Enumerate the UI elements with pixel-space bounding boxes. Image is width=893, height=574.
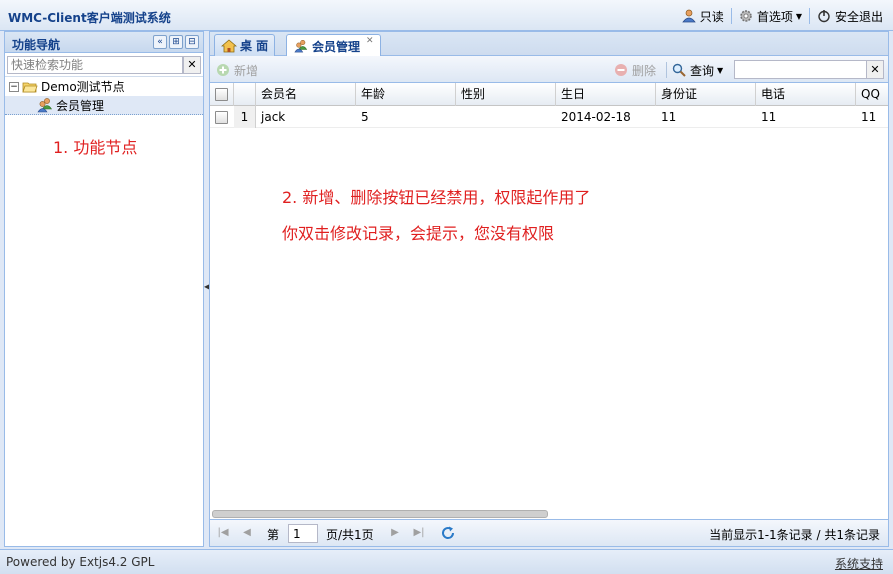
grid-header: 会员名 年龄 性别 生日 身份证 电话 QQ — [210, 83, 888, 106]
expand-all-icon[interactable]: ⊞ — [169, 35, 183, 49]
power-icon — [818, 10, 830, 23]
clear-icon[interactable]: ✕ — [866, 60, 884, 79]
chevron-down-icon: ▼ — [795, 11, 802, 21]
tab-label: 桌 面 — [240, 39, 269, 53]
users-icon — [294, 39, 308, 53]
content-panel: 桌 面 会员管理 ✕ 新增 删除 查询 ▼ ✕ 会员名 年龄 性别 生日 身份证… — [209, 31, 889, 547]
annotation-note-2: 2. 新增、删除按钮已经禁用，权限起作用了 — [282, 188, 591, 207]
paging-toolbar: |◀ ◀ 第 页/共1页 ▶ ▶| 当前显示1-1条记录 / 共1条记录 — [210, 519, 888, 546]
column-header-gender[interactable]: 性别 — [456, 83, 556, 106]
nav-panel: 功能导航 « ⊞ ⊟ ✕ − Demo测试节点 会员管理 1. 功能节点 — [4, 31, 204, 547]
delete-label: 删除 — [632, 63, 657, 78]
last-page-icon[interactable]: ▶| — [412, 526, 426, 540]
divider — [730, 8, 732, 24]
row-number: 1 — [234, 106, 256, 128]
page-status: 当前显示1-1条记录 / 共1条记录 — [709, 528, 880, 542]
query-label: 查询 — [690, 63, 715, 78]
refresh-icon[interactable] — [440, 525, 456, 541]
clear-icon[interactable]: ✕ — [183, 56, 201, 74]
top-bar: WMC-Client客户端测试系统 只读 首选项 ▼ 安全退出 — [0, 0, 893, 31]
scrollbar-thumb[interactable] — [212, 510, 548, 518]
nav-search-input[interactable] — [7, 56, 183, 74]
query-input[interactable] — [734, 60, 868, 79]
tab-desktop[interactable]: 桌 面 — [214, 34, 276, 56]
divider — [808, 8, 810, 24]
prev-page-icon[interactable]: ◀ — [240, 526, 254, 540]
table-row[interactable]: 1 jack 5 2014-02-18 11 11 11 — [210, 106, 888, 128]
tab-member-management[interactable]: 会员管理 ✕ — [286, 34, 381, 57]
add-icon — [217, 64, 229, 76]
row-checkbox[interactable] — [210, 106, 234, 128]
annotation-note-1: 1. 功能节点 — [53, 138, 138, 157]
cell-phone: 11 — [761, 110, 777, 124]
chevron-down-icon: ▼ — [717, 65, 724, 75]
app-title: WMC-Client客户端测试系统 — [8, 11, 171, 25]
delete-button[interactable]: 删除 — [614, 60, 656, 80]
nav-search-row: ✕ — [5, 53, 203, 77]
tree-node-label: Demo测试节点 — [41, 80, 125, 94]
add-label: 新增 — [234, 63, 259, 78]
readonly-label: 只读 — [699, 9, 724, 24]
select-all-checkbox[interactable] — [210, 83, 234, 106]
tree-node-demo[interactable]: − Demo测试节点 — [5, 77, 203, 96]
column-header-idcard[interactable]: 身份证 — [656, 83, 756, 106]
user-icon — [682, 9, 696, 23]
page-number-input[interactable] — [288, 524, 318, 543]
tab-strip: 桌 面 会员管理 ✕ — [210, 32, 888, 57]
next-page-icon[interactable]: ▶ — [388, 526, 402, 540]
column-header-name[interactable]: 会员名 — [256, 83, 356, 106]
nav-tools: « ⊞ ⊟ — [151, 35, 199, 49]
logout-label: 安全退出 — [834, 9, 883, 24]
column-header-qq[interactable]: QQ — [856, 83, 888, 106]
powered-by: Powered by Extjs4.2 GPL — [6, 555, 155, 569]
cell-name: jack — [261, 110, 286, 124]
cell-qq: 11 — [861, 110, 877, 124]
search-icon — [672, 63, 686, 77]
tab-label: 会员管理 — [312, 39, 361, 54]
close-icon[interactable]: ✕ — [366, 36, 374, 46]
delete-icon — [615, 64, 627, 76]
folder-open-icon — [22, 82, 38, 92]
support-link[interactable]: 系统支持 — [835, 555, 883, 572]
column-header-birthday[interactable]: 生日 — [556, 83, 656, 106]
top-actions: 只读 首选项 ▼ 安全退出 — [678, 6, 887, 26]
tree-node-member-management[interactable]: 会员管理 — [5, 96, 203, 115]
page-prefix: 第 — [267, 528, 280, 542]
grid-toolbar: 新增 删除 查询 ▼ ✕ — [210, 56, 888, 83]
readonly-button[interactable]: 只读 — [678, 6, 728, 26]
cell-gender — [456, 106, 556, 128]
divider — [666, 62, 667, 78]
preferences-button[interactable]: 首选项 ▼ — [735, 6, 806, 26]
nav-title: 功能导航 — [12, 38, 61, 52]
cell-birthday: 2014-02-18 — [561, 110, 631, 124]
nav-header: 功能导航 « ⊞ ⊟ — [5, 32, 203, 53]
logout-button[interactable]: 安全退出 — [813, 6, 887, 26]
preferences-label: 首选项 — [756, 9, 793, 24]
horizontal-scrollbar[interactable] — [212, 509, 886, 519]
query-button[interactable]: 查询 ▼ — [672, 60, 723, 80]
rownum-header — [234, 83, 256, 106]
footer: Powered by Extjs4.2 GPL 系统支持 — [0, 549, 893, 574]
collapse-icon[interactable]: − — [9, 81, 19, 92]
tree-node-label: 会员管理 — [56, 98, 105, 113]
column-header-age[interactable]: 年龄 — [356, 83, 456, 106]
first-page-icon[interactable]: |◀ — [216, 526, 230, 540]
collapse-panel-icon[interactable]: « — [153, 35, 167, 49]
checkbox[interactable] — [215, 111, 228, 124]
checkbox[interactable] — [215, 88, 228, 101]
collapse-all-icon[interactable]: ⊟ — [185, 35, 199, 49]
page-suffix: 页/共1页 — [326, 528, 374, 542]
annotation-note-3: 你双击修改记录，会提示，您没有权限 — [282, 224, 555, 243]
gear-icon — [740, 10, 752, 22]
cell-age: 5 — [361, 110, 369, 124]
add-button[interactable]: 新增 — [216, 60, 258, 80]
cell-idcard: 11 — [661, 110, 677, 124]
column-header-phone[interactable]: 电话 — [756, 83, 856, 106]
home-icon — [221, 38, 237, 52]
users-icon — [37, 98, 53, 113]
